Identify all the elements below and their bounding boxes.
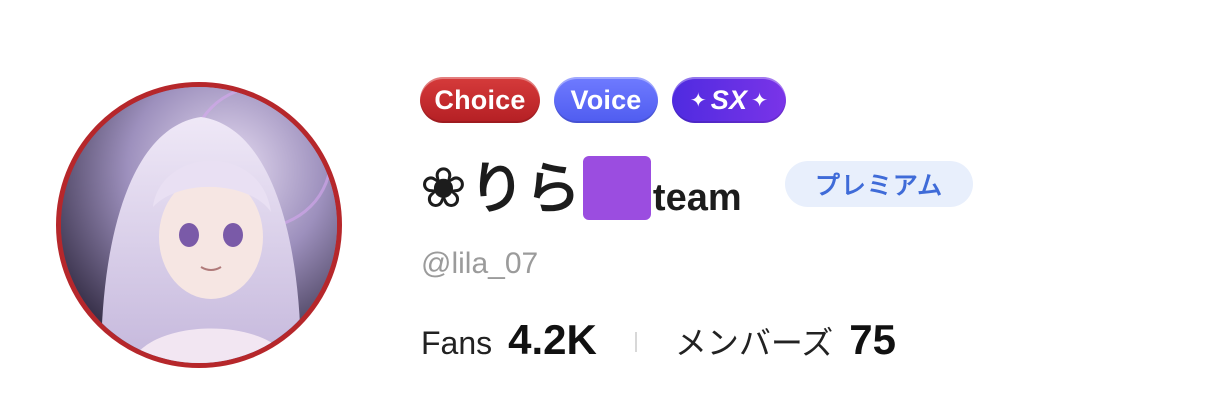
profile-stats: Fans 4.2K メンバーズ 75 [421, 316, 896, 368]
premium-badge[interactable]: プレミアム [785, 161, 973, 207]
badge-row: Choice Voice ✦ SX ✦ [420, 76, 786, 124]
user-handle: @lila_07 [421, 247, 539, 280]
purple-square-icon [582, 156, 651, 220]
display-name-team: team [652, 177, 742, 219]
voice-badge[interactable]: Voice [554, 77, 658, 123]
choice-badge-label: Choice [434, 84, 526, 115]
choice-badge[interactable]: Choice [420, 77, 540, 123]
fans-count[interactable]: 4.2K [508, 316, 597, 364]
sx-badge-label: SX [710, 84, 748, 115]
stats-divider [634, 332, 637, 352]
fans-label[interactable]: Fans [421, 325, 492, 362]
members-count[interactable]: 75 [849, 316, 896, 364]
voice-badge-label: Voice [570, 84, 642, 115]
members-label[interactable]: メンバーズ [675, 318, 833, 364]
premium-badge-label: プレミアム [814, 172, 944, 200]
profile-avatar[interactable] [56, 82, 342, 368]
sparkle-icon: ✦ [689, 89, 707, 112]
avatar-illustration [61, 87, 337, 363]
flower-icon: ❀ [420, 156, 467, 221]
display-name: ❀ りら team [420, 150, 742, 220]
sx-badge[interactable]: ✦ SX ✦ [672, 77, 786, 123]
display-name-japanese: りら [468, 157, 581, 220]
sparkle-icon: ✦ [751, 89, 769, 112]
